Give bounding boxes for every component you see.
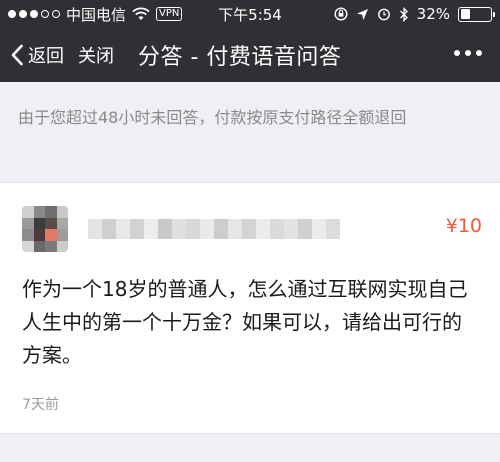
signal-dot [30, 10, 38, 18]
signal-strength-icon [8, 10, 60, 18]
avatar-pixel [22, 217, 34, 229]
battery-icon [458, 6, 495, 22]
back-button[interactable]: 返回 [10, 42, 64, 68]
more-dot [465, 50, 471, 56]
avatar-pixel [45, 229, 57, 241]
nickname-pixel [270, 219, 284, 239]
avatar-pixel [33, 206, 45, 218]
nickname-pixel [144, 219, 158, 239]
signal-dot [8, 10, 16, 18]
back-label: 返回 [28, 46, 64, 67]
nickname-pixel [172, 219, 186, 239]
bluetooth-icon [399, 6, 408, 22]
question-time: 7天前 [22, 397, 59, 413]
battery-percent: 32% [416, 5, 450, 23]
location-icon [356, 8, 368, 20]
avatar-pixel [33, 217, 45, 229]
nickname-pixel [186, 219, 200, 239]
status-bar: 中国电信 VPN 下午5:54 32% [0, 0, 500, 28]
signal-dot [52, 10, 60, 18]
nickname-pixel [256, 219, 270, 239]
nickname-pixel [116, 219, 130, 239]
chevron-left-icon [11, 44, 23, 66]
avatar-pixel [22, 229, 34, 241]
avatar-pixel [56, 240, 68, 252]
wifi-icon [132, 7, 150, 20]
refund-notice: 由于您超过48小时未回答，付款按原支付路径全额退回 [18, 108, 407, 127]
alarm-icon [377, 8, 390, 21]
user-nickname-pixelated [88, 219, 340, 239]
navigation-bar: 返回 关闭 分答 - 付费语音问答 [0, 28, 500, 82]
signal-dot [41, 10, 49, 18]
app-page: 中国电信 VPN 下午5:54 32% 返回 关闭 分答 - 付费语音问答 由于… [0, 0, 500, 462]
avatar-pixel [33, 240, 45, 252]
nickname-pixel [130, 219, 144, 239]
avatar-pixel [56, 229, 68, 241]
more-dot [454, 50, 460, 56]
top-header: 中国电信 VPN 下午5:54 32% 返回 关闭 分答 - 付费语音问答 [0, 0, 500, 82]
nickname-pixel [158, 219, 172, 239]
status-right: 32% [334, 5, 495, 23]
nickname-pixel [214, 219, 228, 239]
avatar-pixel [45, 240, 57, 252]
lock-rotation-icon [334, 7, 348, 21]
nickname-pixel [326, 219, 340, 239]
status-left: 中国电信 VPN [8, 4, 183, 25]
nickname-pixel [200, 219, 214, 239]
nickname-pixel [102, 219, 116, 239]
battery-level-fill [460, 9, 470, 19]
more-dots-icon[interactable] [454, 50, 482, 56]
question-card-header: ¥10 [22, 201, 482, 257]
nickname-pixel [284, 219, 298, 239]
more-dot [476, 50, 482, 56]
nickname-pixel [228, 219, 242, 239]
carrier-name: 中国电信 [66, 5, 127, 24]
avatar-pixel [56, 217, 68, 229]
close-button[interactable]: 关闭 [78, 42, 114, 68]
avatar-pixel [45, 206, 57, 218]
avatar-pixel [22, 206, 34, 218]
avatar[interactable] [22, 206, 68, 252]
avatar-pixel [56, 206, 68, 218]
avatar-pixel [22, 240, 34, 252]
avatar-pixel [33, 229, 45, 241]
signal-dot [19, 10, 27, 18]
nickname-pixel [242, 219, 256, 239]
nickname-pixel [88, 219, 102, 239]
question-text: 作为一个18岁的普通人，怎么通过互联网实现自己人生中的第一个十万金？如果可以，请… [22, 277, 468, 367]
nickname-pixel [312, 219, 326, 239]
page-title: 分答 - 付费语音问答 [138, 45, 342, 70]
question-price: ¥10 [445, 215, 482, 237]
nickname-pixel [298, 219, 312, 239]
vpn-badge: VPN [156, 7, 183, 21]
question-card[interactable]: ¥10 作为一个18岁的普通人，怎么通过互联网实现自己人生中的第一个十万金？如果… [0, 182, 500, 434]
avatar-pixel [45, 217, 57, 229]
